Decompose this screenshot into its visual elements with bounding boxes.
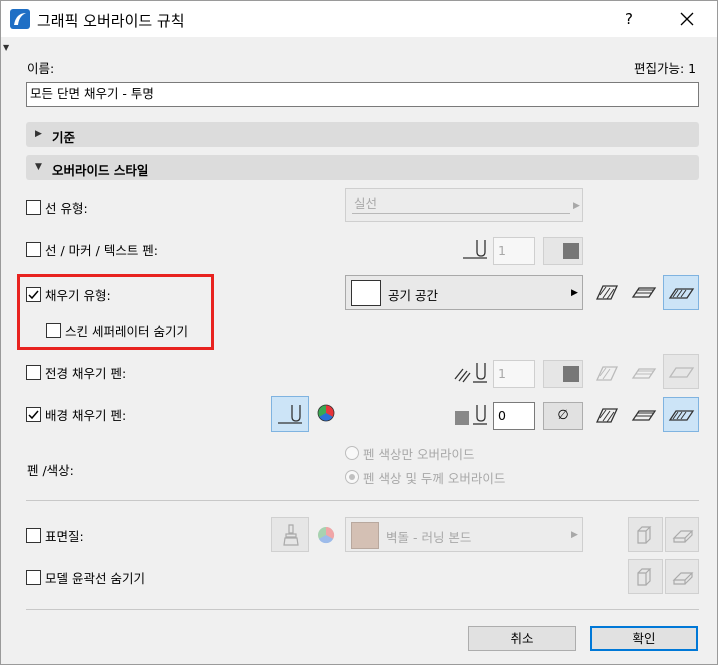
pen-color-swatch [563, 243, 579, 259]
fill-preview-swatch [351, 280, 381, 306]
foreground-pen-checkbox[interactable] [26, 365, 41, 380]
title-bar: 그래픽 오버라이드 규칙 ? [1, 1, 717, 37]
box-contour-icon [637, 568, 652, 586]
cover-fill-button-disabled [663, 354, 699, 389]
pen-icon [278, 405, 302, 424]
background-pen-checkbox[interactable] [26, 407, 41, 422]
cut-fill-icon-disabled [595, 366, 619, 381]
pen-color-and-weight-label: 펜 색상 및 두께 오버라이드 [363, 471, 506, 486]
criteria-section-header[interactable]: ▶ 기준 [26, 122, 699, 147]
name-input[interactable]: 모든 단면 채우기 - 투명 [26, 82, 699, 107]
name-label: 이름: [27, 61, 55, 76]
hide-model-contours-checkbox[interactable] [26, 570, 41, 585]
checkmark-icon [28, 410, 39, 420]
dialog-title: 그래픽 오버라이드 규칙 [37, 12, 185, 30]
drafting-fill-icon[interactable] [631, 405, 657, 425]
background-pen-number-input[interactable]: 0 [493, 402, 535, 430]
cut-fill-icon[interactable] [595, 282, 621, 302]
surface-checkbox[interactable] [26, 528, 41, 543]
pen-icon [463, 240, 487, 259]
surface-label: 표면질: [45, 529, 84, 544]
cover-fill-icon [668, 410, 695, 421]
surface-option-button-1 [628, 517, 663, 552]
close-button[interactable] [667, 5, 707, 33]
color-wheel-icon-disabled [318, 526, 335, 544]
foreground-pen-number-input[interactable]: 1 [493, 360, 535, 388]
line-sample [352, 213, 570, 214]
drafting-fill-icon-disabled [631, 368, 657, 379]
line-type-value: 실선 [354, 196, 378, 211]
resize-marker-icon: ▼ [3, 43, 10, 52]
fill-type-value: 공기 공간 [388, 288, 438, 303]
eraser-contour-icon [672, 572, 694, 585]
dropdown-arrow-icon: ▶ [573, 201, 580, 211]
cover-fill-button[interactable] [663, 275, 699, 310]
surface-dropdown: 벽돌 - 러닝 본드 ▶ [345, 517, 583, 552]
line-pen-color-picker[interactable] [543, 237, 583, 265]
cut-fill-icon[interactable] [595, 405, 621, 425]
color-wheel-icon[interactable] [317, 404, 335, 422]
pen-color-only-radio[interactable] [345, 446, 359, 460]
editable-count: 편집가능: 1 [634, 61, 697, 76]
box-surface-icon [637, 526, 652, 544]
pen-color-only-label: 펜 색상만 오버라이드 [363, 447, 475, 462]
close-icon [680, 12, 694, 26]
line-type-dropdown[interactable]: 실선 ▶ [345, 188, 583, 222]
surface-option-button-2 [665, 517, 699, 552]
highlight-box [17, 274, 214, 350]
background-pen-icon [455, 405, 487, 425]
contour-option-button-2 [665, 559, 699, 594]
line-pen-number-input[interactable]: 1 [493, 237, 535, 265]
dropdown-arrow-icon: ▶ [571, 530, 578, 540]
surface-value: 벽돌 - 러닝 본드 [386, 530, 472, 545]
line-type-checkbox[interactable] [26, 200, 41, 215]
paint-brush-icon [283, 524, 299, 546]
bottom-separator [26, 609, 699, 610]
background-pen-label: 배경 채우기 펜: [45, 408, 127, 423]
collapse-triangle-icon: ▼ [35, 162, 42, 172]
fill-type-dropdown[interactable]: 공기 공간 ▶ [345, 275, 583, 310]
separator [26, 500, 699, 501]
transparent-pen-button[interactable]: ∅ [543, 402, 583, 430]
drafting-fill-icon[interactable] [631, 282, 657, 302]
dialog-window: 그래픽 오버라이드 규칙 ? ▼ 이름: 편집가능: 1 모든 단면 채우기 -… [0, 0, 718, 665]
archicad-app-icon [10, 9, 30, 29]
pen-color-label: 펜 /색상: [27, 463, 74, 478]
surface-brush-button [271, 517, 309, 552]
help-button[interactable]: ? [609, 5, 649, 33]
pen-color-and-weight-radio[interactable] [345, 470, 359, 484]
cover-fill-icon [668, 288, 695, 299]
override-style-section-header[interactable]: ▼ 오버라이드 스타일 [26, 155, 699, 180]
override-style-section-title: 오버라이드 스타일 [52, 163, 149, 178]
line-marker-text-pen-label: 선 / 마커 / 텍스트 펜: [45, 243, 159, 258]
foreground-pen-icon [454, 363, 487, 383]
ok-button[interactable]: 확인 [590, 626, 698, 651]
pen-color-swatch [563, 366, 579, 382]
cancel-button[interactable]: 취소 [468, 626, 576, 651]
expand-triangle-icon: ▶ [35, 129, 42, 139]
surface-swatch [351, 522, 379, 549]
foreground-pen-label: 전경 채우기 펜: [45, 366, 127, 381]
hide-model-contours-label: 모델 윤곽선 숨기기 [45, 571, 145, 586]
foreground-pen-color-picker[interactable] [543, 360, 583, 388]
eraser-surface-icon [672, 530, 694, 543]
line-type-label: 선 유형: [45, 201, 88, 216]
criteria-section-title: 기준 [52, 130, 76, 145]
background-pen-mode-button[interactable] [271, 396, 309, 432]
contour-option-button-1 [628, 559, 663, 594]
dropdown-arrow-icon: ▶ [571, 288, 578, 298]
cover-fill-button[interactable] [663, 397, 699, 432]
cover-fill-icon [668, 367, 695, 378]
line-marker-text-pen-checkbox[interactable] [26, 242, 41, 257]
